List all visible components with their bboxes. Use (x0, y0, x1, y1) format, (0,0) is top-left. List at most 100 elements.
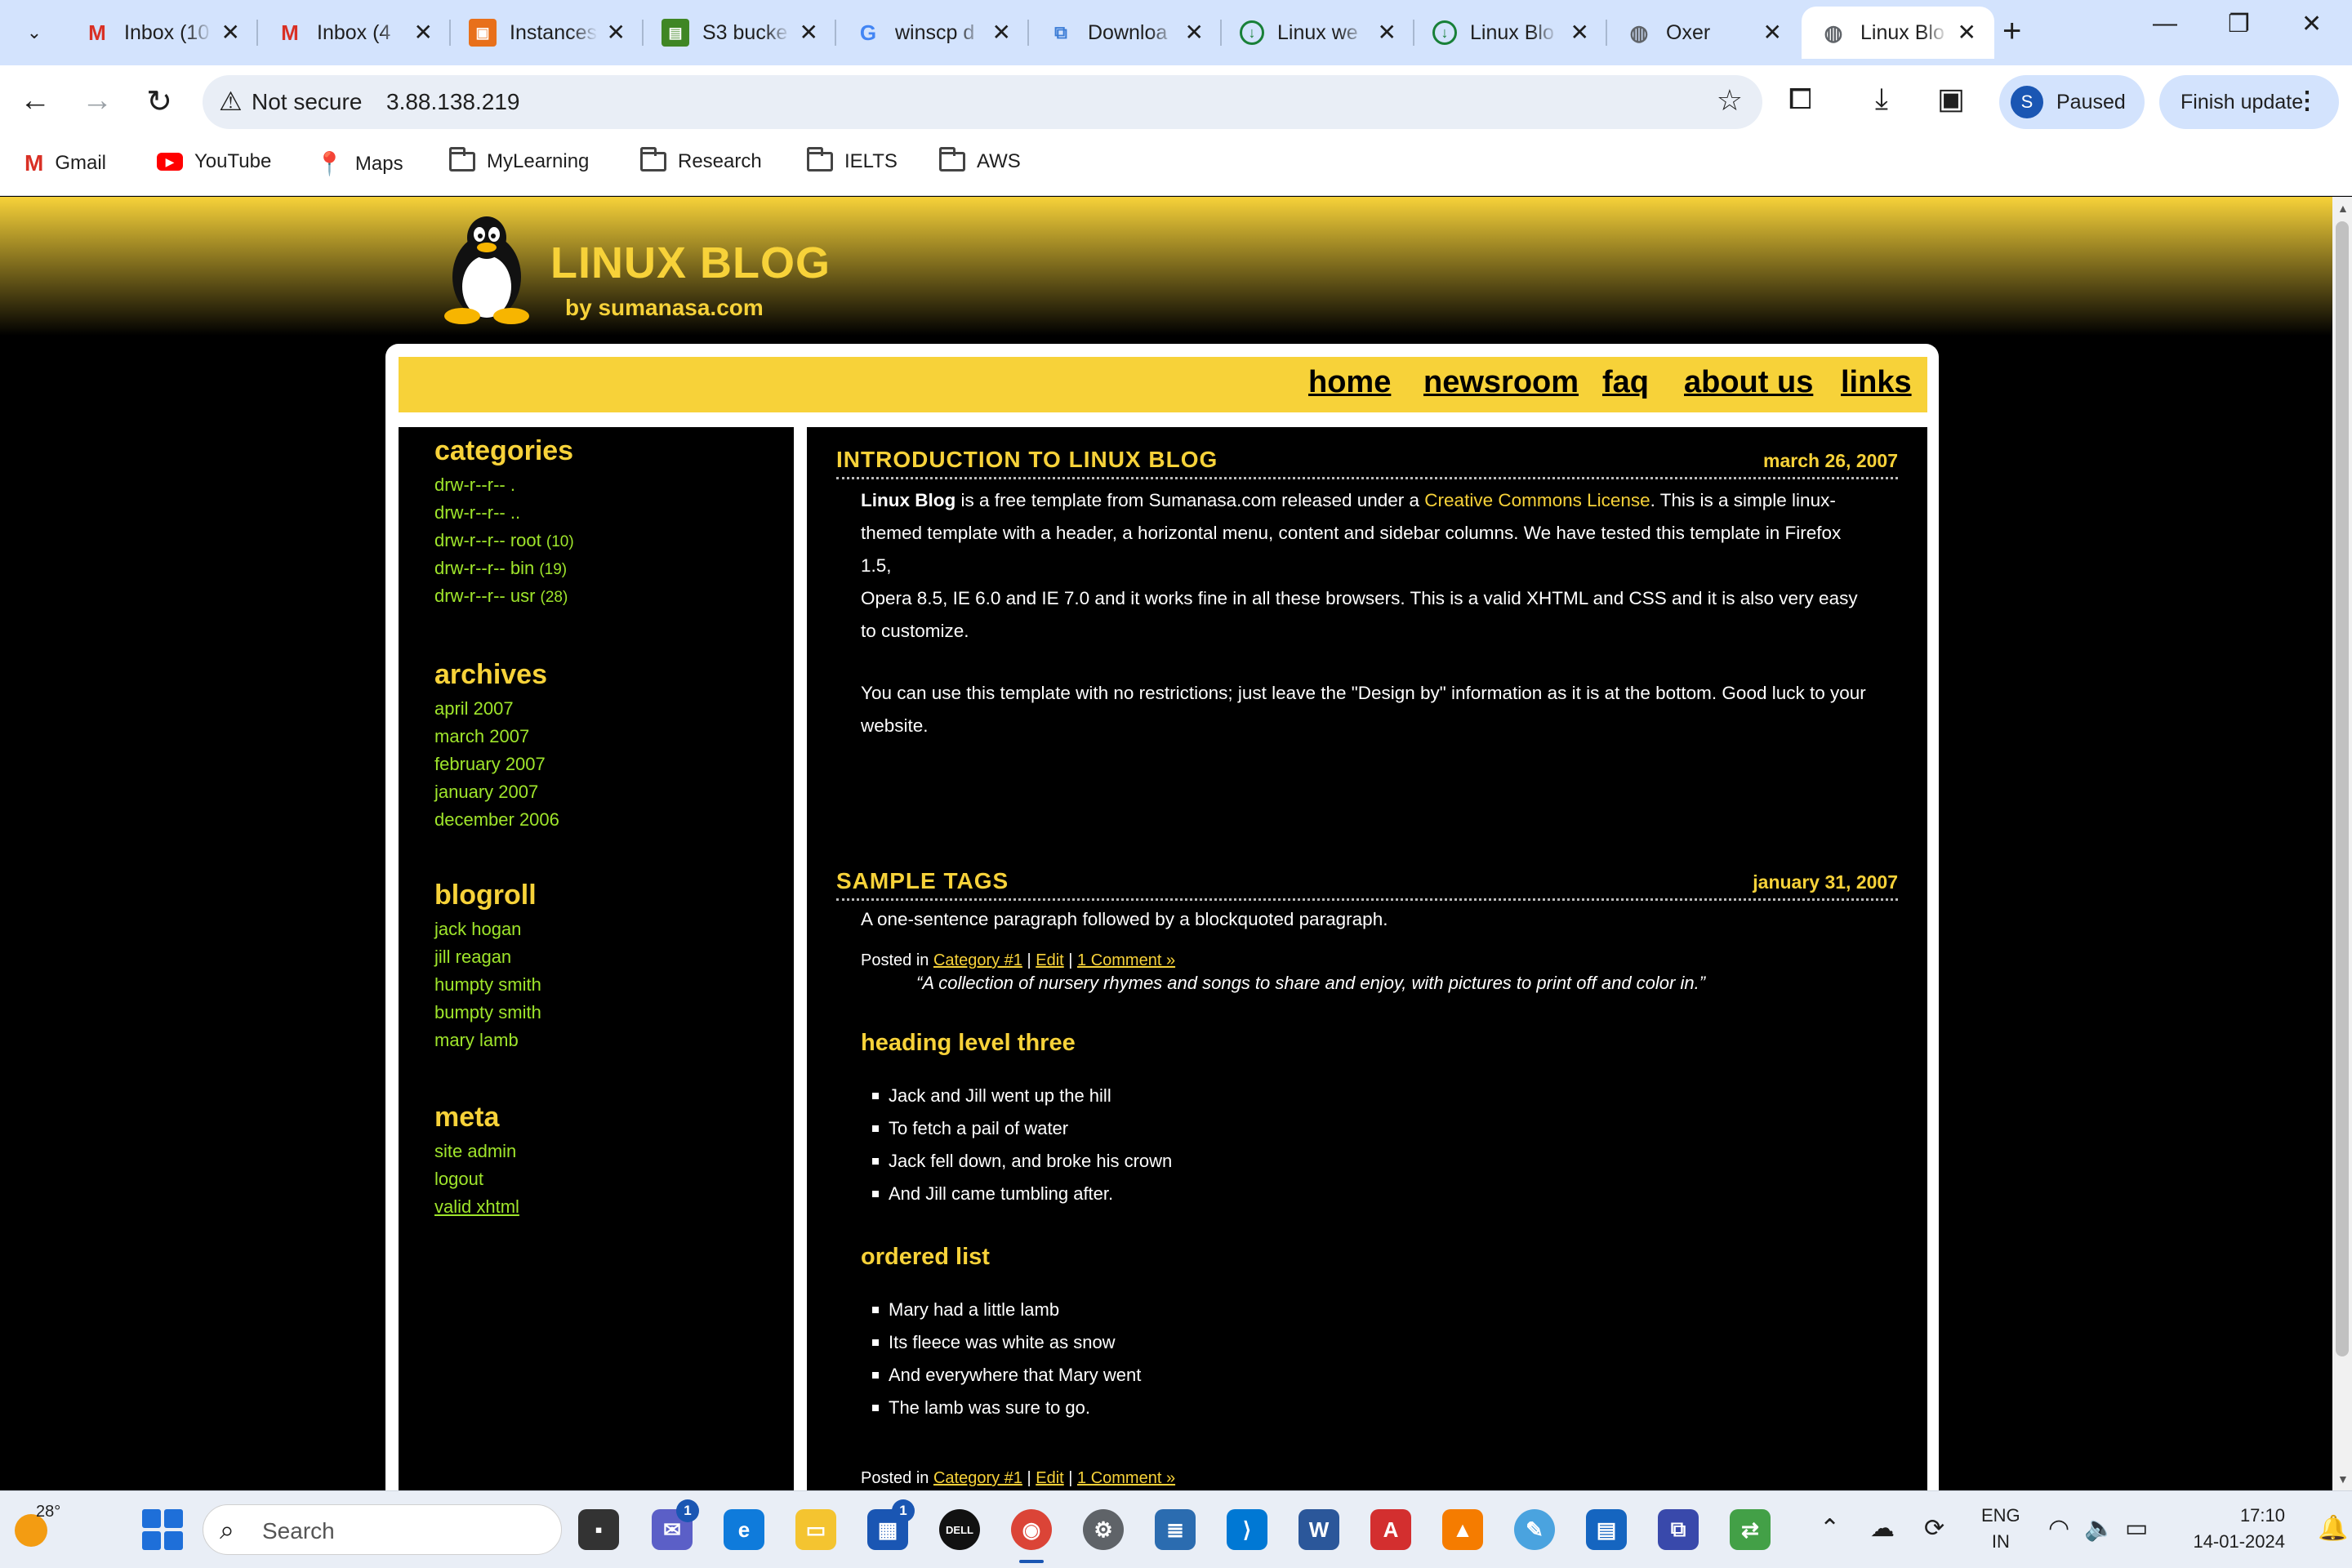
meta-link[interactable]: valid xhtml (434, 1196, 519, 1218)
bookmark-mylearning[interactable]: MyLearning (449, 147, 589, 173)
comment-link[interactable]: 1 Comment » (1077, 951, 1175, 969)
tab-linux-blog-1[interactable]: ↓ Linux Blo ✕ (1414, 7, 1607, 59)
bookmark-gmail[interactable]: M Gmail (24, 150, 106, 176)
dell-icon[interactable]: DELL (939, 1509, 980, 1550)
tab-linux-blog-active[interactable]: ◍ Linux Blo ✕ (1802, 7, 1994, 59)
category-link[interactable]: drw-r--r-- . (434, 474, 515, 496)
post-title[interactable]: SAMPLE TAGS (836, 868, 1009, 894)
onedrive-cloud-icon[interactable]: ☁ (1870, 1514, 1895, 1543)
edit-link[interactable]: Edit (1036, 951, 1063, 969)
clock[interactable]: 17:10 14-01-2024 (2179, 1503, 2285, 1555)
forward-arrow-icon[interactable]: → (77, 83, 118, 118)
blogroll-link[interactable]: jill reagan (434, 947, 511, 968)
tab-gmail-1[interactable]: M Inbox (10 ✕ (65, 7, 258, 59)
tab-linux-web[interactable]: ↓ Linux we ✕ (1222, 7, 1414, 59)
taskbar-search[interactable]: ⌕ Search (203, 1504, 562, 1555)
menu-home[interactable]: home (1308, 365, 1391, 400)
url-text[interactable]: 3.88.138.219 (386, 89, 520, 115)
volume-icon[interactable]: 🔈 (2084, 1514, 2114, 1543)
acrobat-icon[interactable]: A (1370, 1509, 1411, 1550)
vlc-icon[interactable]: ▲ (1442, 1509, 1483, 1550)
menu-about-us[interactable]: about us (1684, 365, 1813, 400)
edge-icon[interactable]: e (724, 1509, 764, 1550)
post-title[interactable]: INTRODUCTION TO LINUX BLOG (836, 447, 1218, 473)
archive-link[interactable]: january 2007 (434, 782, 538, 803)
extensions-puzzle-icon[interactable]: ⧠ (1788, 82, 1812, 117)
minimize-icon[interactable]: — (2153, 10, 2177, 38)
restore-icon[interactable]: ❐ (2228, 10, 2250, 38)
category-link[interactable]: drw-r--r-- .. (434, 502, 520, 523)
tab-instances[interactable]: ▣ Instances ✕ (451, 7, 644, 59)
store-icon[interactable]: ▦ 1 (867, 1499, 915, 1550)
close-icon[interactable]: ✕ (992, 20, 1011, 46)
page-scrollbar[interactable]: ▲ ▼ (2332, 197, 2352, 1490)
meta-link[interactable]: logout (434, 1169, 483, 1190)
notification-bell-icon[interactable]: 🔔 (2318, 1514, 2348, 1543)
vscode-icon[interactable]: ⟩ (1227, 1509, 1267, 1550)
settings-gear-icon[interactable]: ⚙ (1083, 1509, 1124, 1550)
bookmark-research[interactable]: Research (640, 147, 762, 173)
tab-winscp-search[interactable]: G winscp d ✕ (836, 7, 1029, 59)
profile-button[interactable]: S Paused (1999, 75, 2145, 129)
close-icon[interactable]: ✕ (1378, 20, 1396, 46)
security-label[interactable]: Not secure (252, 89, 362, 115)
category-link[interactable]: drw-r--r-- usr (28) (434, 586, 568, 607)
archive-link[interactable]: december 2006 (434, 809, 559, 831)
category-link[interactable]: drw-r--r-- bin (19) (434, 558, 567, 579)
archive-link[interactable]: april 2007 (434, 698, 514, 719)
creative-commons-link[interactable]: Creative Commons License (1424, 490, 1650, 510)
close-icon[interactable]: ✕ (1185, 20, 1204, 46)
winscp-icon[interactable]: ⇄ (1730, 1509, 1771, 1550)
menu-links[interactable]: links (1841, 365, 1912, 400)
archive-link[interactable]: february 2007 (434, 754, 546, 775)
tab-gmail-2[interactable]: M Inbox (4 ✕ (258, 7, 451, 59)
window-close-icon[interactable]: ✕ (2301, 10, 2322, 38)
windows-start-icon[interactable] (142, 1509, 183, 1550)
category-link[interactable]: drw-r--r-- root (10) (434, 530, 574, 551)
chrome-icon[interactable]: ◉ (1011, 1509, 1052, 1563)
close-icon[interactable]: ✕ (1570, 20, 1589, 46)
close-icon[interactable]: ✕ (221, 20, 240, 46)
scroll-down-icon[interactable]: ▼ (2337, 1472, 2349, 1486)
notepad-icon[interactable]: ≣ (1155, 1509, 1196, 1550)
reload-icon[interactable]: ↻ (139, 83, 180, 120)
edit-link[interactable]: Edit (1036, 1469, 1063, 1487)
blogroll-link[interactable]: humpty smith (434, 974, 541, 996)
close-icon[interactable]: ✕ (414, 20, 433, 46)
word-icon[interactable]: W (1298, 1509, 1339, 1550)
new-tab-plus-icon[interactable]: + (2002, 13, 2021, 50)
close-icon[interactable]: ✕ (607, 20, 626, 46)
tab-download[interactable]: ⧉ Downloa ✕ (1029, 7, 1222, 59)
kebab-menu-icon[interactable]: ⋮ (2295, 87, 2319, 115)
tray-chevron-up-icon[interactable]: ⌃ (1820, 1514, 1840, 1543)
blogroll-link[interactable]: bumpty smith (434, 1002, 541, 1023)
bookmark-maps[interactable]: 📍 Maps (315, 150, 403, 177)
tab-oxer[interactable]: ◍ Oxer ✕ (1607, 7, 1800, 59)
side-panel-icon[interactable]: ▣ (1937, 82, 1965, 116)
task-view-icon[interactable]: ▪ (578, 1509, 619, 1550)
chat-icon[interactable]: ✉ 1 (652, 1499, 699, 1550)
meta-link[interactable]: site admin (434, 1141, 516, 1162)
comment-link[interactable]: 1 Comment » (1077, 1469, 1175, 1487)
close-icon[interactable]: ✕ (1763, 20, 1782, 46)
scroll-up-icon[interactable]: ▲ (2337, 202, 2349, 215)
blogroll-link[interactable]: mary lamb (434, 1030, 519, 1051)
bookmark-aws[interactable]: AWS (939, 147, 1021, 173)
bookmark-ielts[interactable]: IELTS (807, 147, 898, 173)
scrollbar-thumb[interactable] (2336, 221, 2349, 1356)
blogroll-link[interactable]: jack hogan (434, 919, 521, 940)
finish-update-button[interactable]: Finish update ⋮ (2159, 75, 2339, 129)
tab-s3[interactable]: ▤ S3 bucke ✕ (644, 7, 836, 59)
wifi-icon[interactable]: ◠ (2048, 1514, 2069, 1543)
sync-icon[interactable]: ⟳ (1924, 1514, 1944, 1543)
category-link[interactable]: Category #1 (933, 951, 1022, 969)
archive-link[interactable]: march 2007 (434, 726, 529, 747)
network-tool-icon[interactable]: ⧉ (1658, 1509, 1699, 1550)
back-arrow-icon[interactable]: ← (15, 83, 56, 118)
download-icon[interactable]: ⤓ (1875, 82, 1888, 117)
bookmark-youtube[interactable]: ▶ YouTube (157, 150, 271, 173)
close-icon[interactable]: ✕ (800, 20, 818, 46)
bookmark-star-icon[interactable]: ☆ (1717, 83, 1743, 118)
remote-desktop-icon[interactable]: ▤ (1586, 1509, 1627, 1550)
language-indicator[interactable]: ENG IN (1981, 1503, 2020, 1555)
